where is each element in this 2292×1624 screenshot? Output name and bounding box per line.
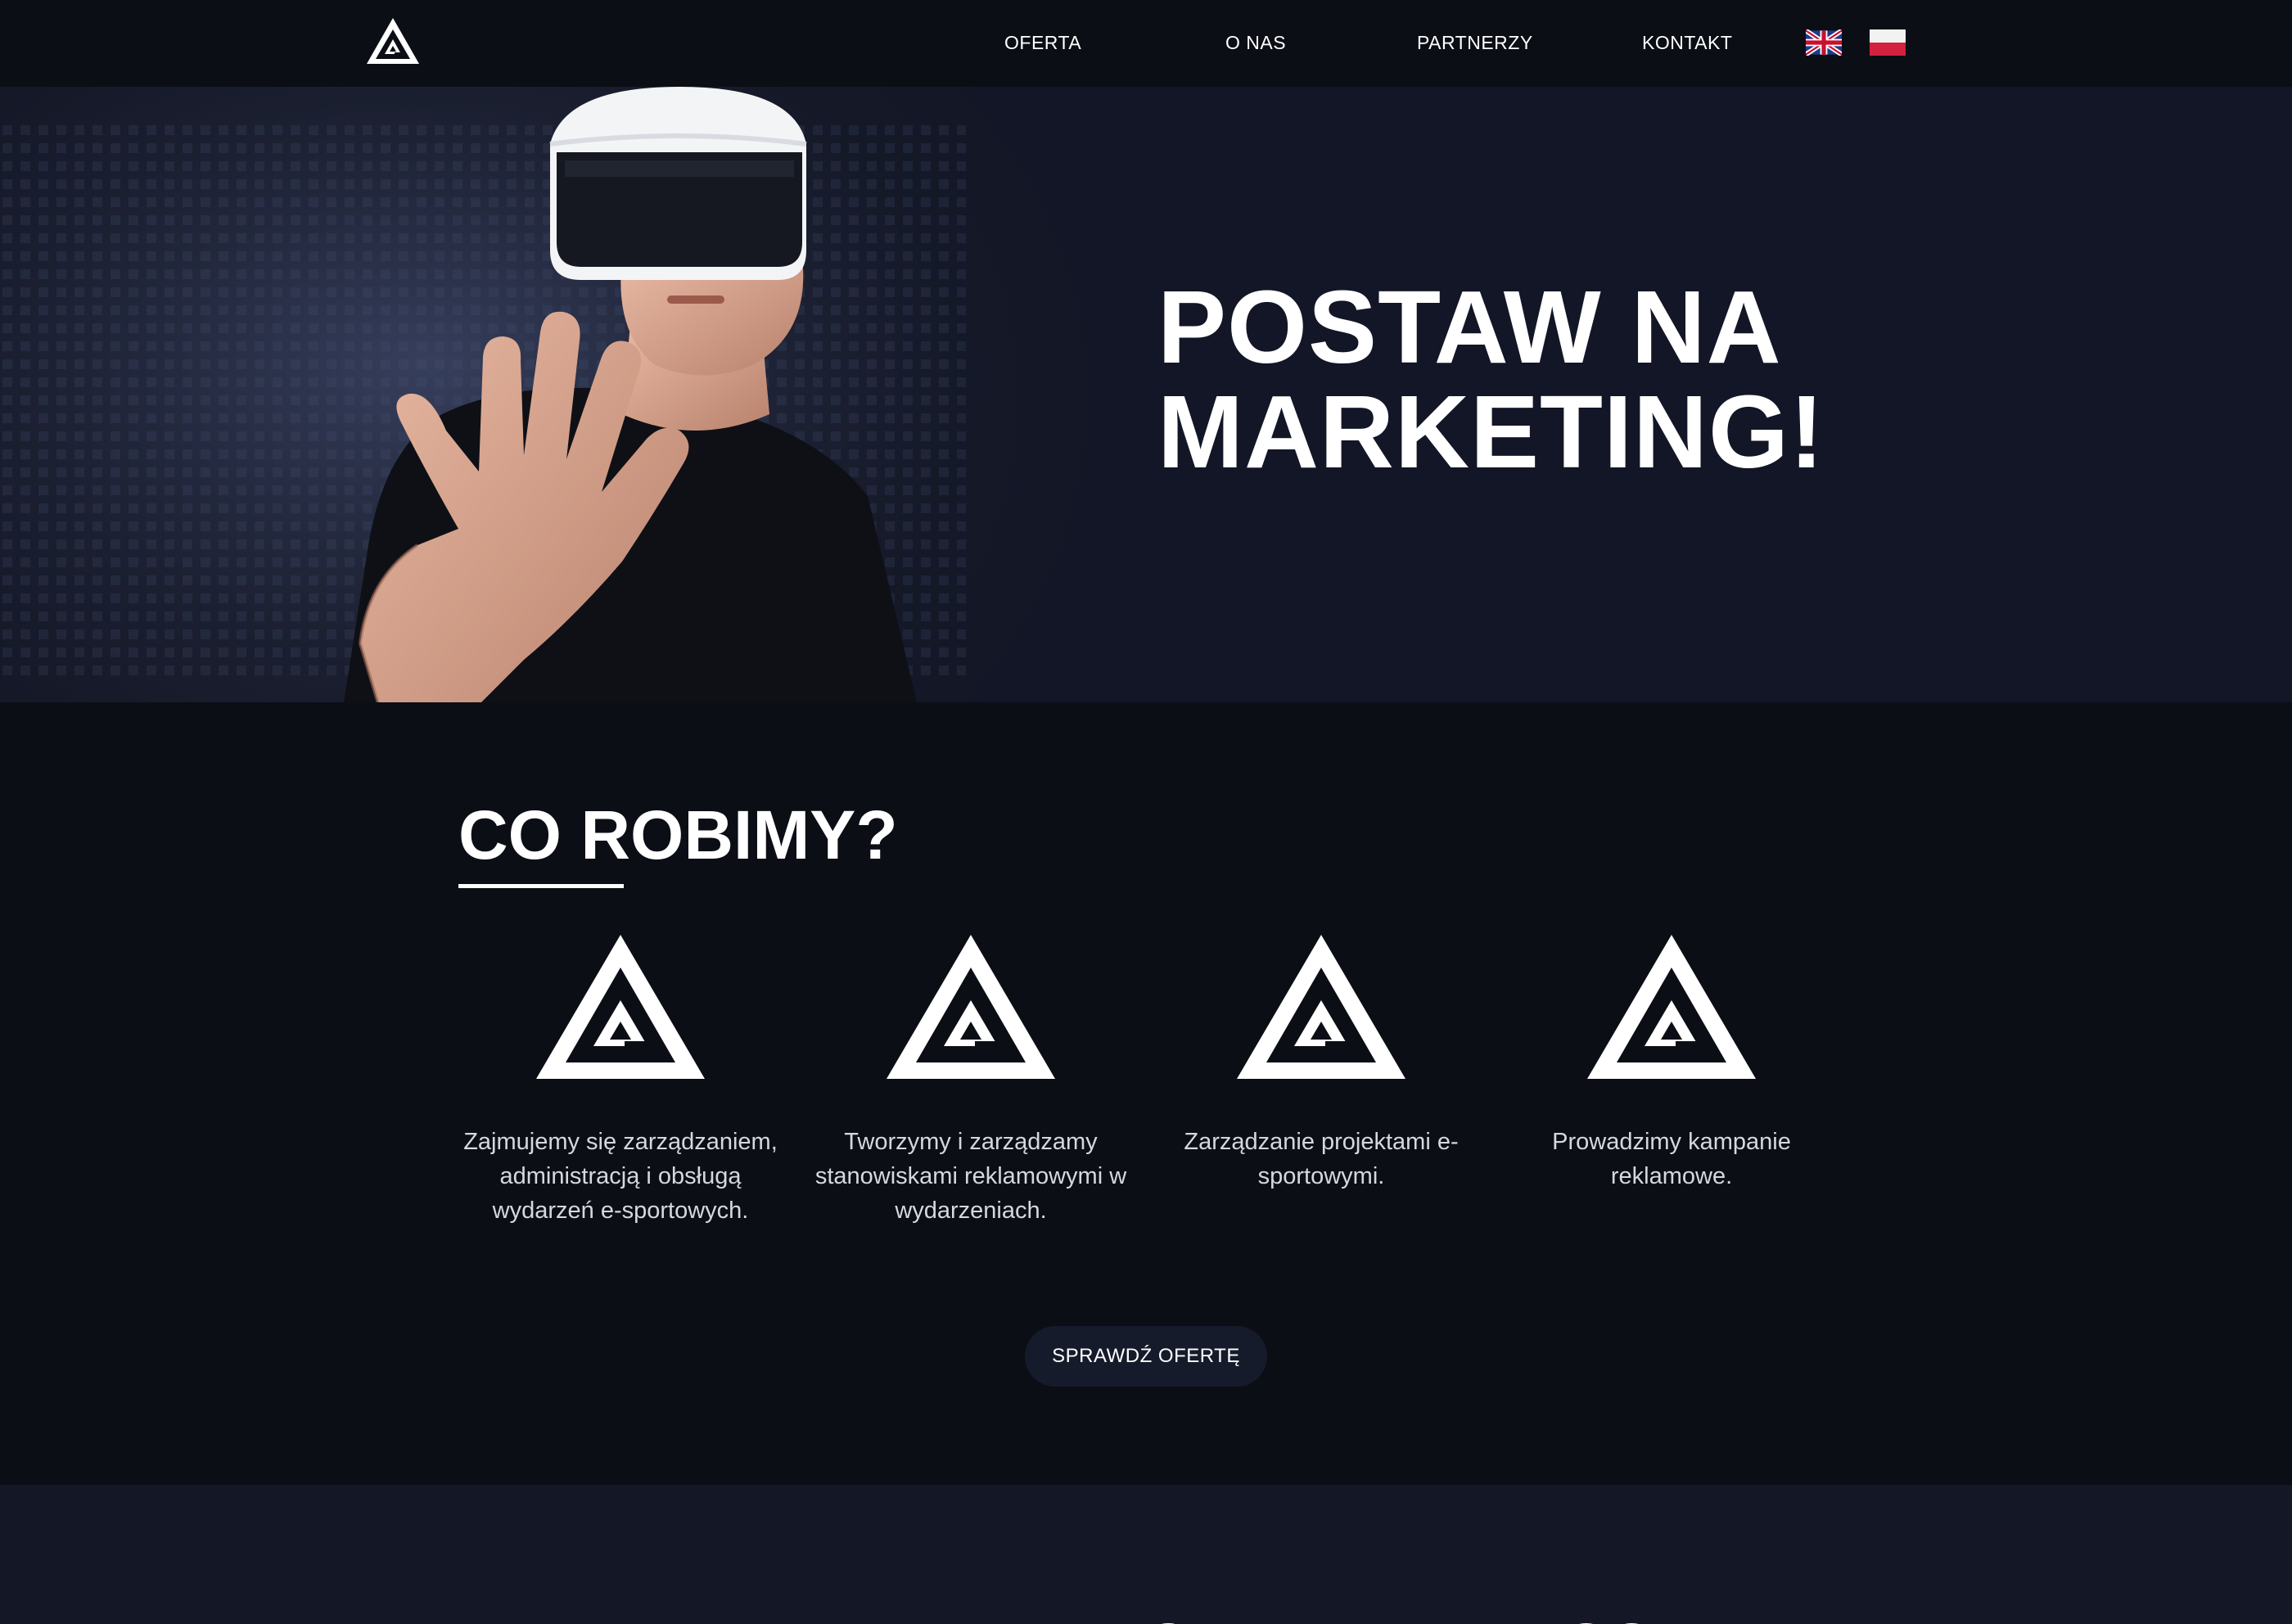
pl-flag-icon[interactable] [1870, 29, 1906, 56]
hero-title-line2: MARKETING! [1157, 374, 1825, 489]
feature-text: Zarządzanie projektami e- sportowymi. [1184, 1129, 1459, 1189]
stat-value: 71 [627, 1608, 718, 1624]
nav-link-kontakt[interactable]: KONTAKT [1642, 28, 1732, 57]
nav-link-oferta[interactable]: OFERTA [1004, 28, 1081, 57]
feature-item: Tworzymy i zarządzamy stanowiskami rekla… [807, 933, 1135, 1228]
feature-item: Zajmujemy się zarządzaniem, administracj… [457, 933, 784, 1228]
nav-link-partnerzy[interactable]: PARTNERZY [1417, 28, 1533, 57]
section-title-underline [458, 884, 624, 888]
feature-text: Tworzymy i zarządzamy stanowiskami rekla… [814, 1129, 1127, 1224]
section-title: CO ROBIMY? [458, 796, 898, 873]
stat-value: 22 [1563, 1608, 1654, 1624]
en-flag-icon[interactable] [1806, 29, 1842, 56]
stat-value: 13 [1100, 1608, 1191, 1624]
feature-text: Zajmujemy się zarządzaniem, administracj… [463, 1129, 778, 1224]
logo-triangle-icon [1237, 935, 1405, 1079]
nav-link-o-nas[interactable]: O NAS [1225, 28, 1286, 57]
what-we-do-section: CO ROBIMY? Zajmujemy się zarządzaniem, a… [0, 702, 2292, 1485]
logo-triangle-icon [1587, 935, 1756, 1079]
navbar: OFERTA O NAS PARTNERZY KONTAKT [0, 0, 2292, 87]
feature-item: Prowadzimy kampanie reklamowe. [1508, 933, 1835, 1193]
feature-text: Prowadzimy kampanie reklamowe. [1552, 1129, 1791, 1189]
logo-triangle-icon [887, 935, 1055, 1079]
check-offer-button[interactable]: SPRAWDŹ OFERTĘ [1025, 1326, 1267, 1387]
logo-icon[interactable] [365, 16, 421, 65]
hero-title: POSTAW NA MARKETING! [1157, 275, 1825, 485]
feature-item: Zarządzanie projektami e- sportowymi. [1157, 933, 1485, 1193]
logo-triangle-icon [536, 935, 705, 1079]
hero-title-line1: POSTAW NA [1157, 269, 1782, 385]
hero-banner: POSTAW NA MARKETING! [0, 87, 2292, 702]
stats-section: 71 13 22 [0, 1485, 2292, 1624]
hero-vr-person-image [0, 87, 1023, 702]
